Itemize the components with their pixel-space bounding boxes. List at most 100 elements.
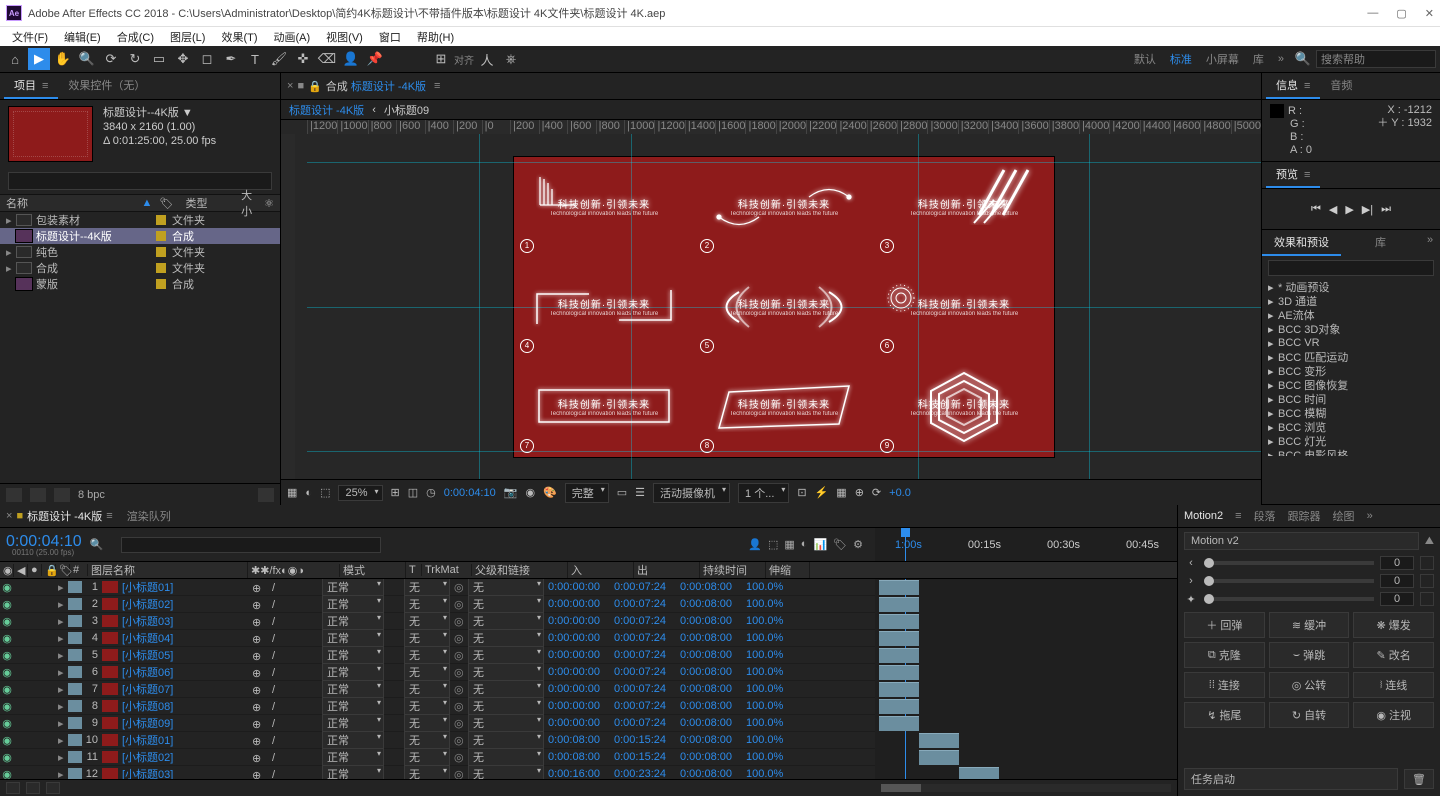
orbit-tool-icon[interactable]: ⟳ (100, 48, 122, 70)
col-mode[interactable]: 模式 (340, 562, 406, 578)
interpret-footage-icon[interactable] (6, 488, 22, 502)
viewer-timecode[interactable]: 0:00:04:10 (444, 487, 496, 499)
motion-btn-注视[interactable]: ◉注视 (1353, 702, 1434, 728)
comp-thumbnail[interactable] (8, 106, 93, 162)
eye-icon[interactable]: ◉ (0, 581, 14, 594)
pick-whip-icon[interactable]: ◎ (452, 768, 466, 780)
eye-icon[interactable]: ◉ (0, 666, 14, 679)
trkmat-dropdown[interactable]: 无 (404, 612, 450, 630)
viewer-tab[interactable]: 合成 标题设计 -4K版 (326, 78, 426, 94)
motion-slider-extra-icon[interactable] (1420, 574, 1434, 588)
eye-icon[interactable]: ◉ (0, 734, 14, 747)
mode-dropdown[interactable]: 正常 (322, 714, 384, 732)
layer-bar[interactable] (879, 580, 919, 595)
trkmat-dropdown[interactable]: 无 (404, 748, 450, 766)
camera-dropdown[interactable]: 活动摄像机 (653, 483, 730, 503)
mode-dropdown[interactable]: 正常 (322, 595, 384, 613)
mode-dropdown[interactable]: 正常 (322, 579, 384, 596)
menu-效果(T)[interactable]: 效果(T) (215, 27, 263, 47)
window-close-icon[interactable]: ✕ (1425, 7, 1434, 20)
pick-whip-icon[interactable]: ◎ (452, 700, 466, 713)
effects-category[interactable]: ▸BCC 浏览 (1262, 420, 1440, 434)
parent-dropdown[interactable]: 无 (468, 714, 544, 732)
motion-slider-1[interactable]: ›0 (1178, 572, 1440, 590)
timeline-icon[interactable]: ☰ (635, 486, 645, 499)
motion-blur-icon[interactable]: ◐ (801, 538, 808, 551)
toggle-in-out-icon[interactable] (46, 782, 60, 794)
effects-search-input[interactable] (1268, 260, 1434, 276)
motion-btn-回弹[interactable]: ＋回弹 (1184, 612, 1265, 638)
tab-motion2[interactable]: Motion2 (1184, 510, 1223, 522)
window-minimize-icon[interactable]: — (1367, 7, 1378, 20)
tab-draw[interactable]: 绘图 (1333, 508, 1355, 524)
effects-category[interactable]: ▸BCC 3D对象 (1262, 322, 1440, 336)
preview-play-icon[interactable]: ▶ (1345, 203, 1353, 216)
panel-menu-icon[interactable]: ≡ (42, 80, 48, 92)
col-parent[interactable]: 父级和链接 (472, 562, 568, 578)
effects-category[interactable]: ▸BCC 图像恢复 (1262, 378, 1440, 392)
motion-btn-改名[interactable]: ✎改名 (1353, 642, 1434, 668)
viewer-close-icon[interactable]: × (287, 80, 293, 92)
project-trash-icon[interactable] (258, 488, 274, 502)
timeline-layer[interactable]: ◉▸12[小标题03]⊕/正常无◎无0:00:16:000:00:23:240:… (0, 766, 875, 779)
project-item[interactable]: 蒙版合成 (0, 276, 280, 292)
parent-dropdown[interactable]: 无 (468, 748, 544, 766)
parent-dropdown[interactable]: 无 (468, 595, 544, 613)
workspace-standard[interactable]: 标准 (1164, 51, 1198, 67)
tab-effects-presets[interactable]: 效果和预设 (1262, 230, 1341, 256)
parent-dropdown[interactable]: 无 (468, 629, 544, 647)
timeline-bars[interactable] (875, 579, 1177, 779)
project-search-input[interactable] (8, 172, 272, 190)
mask-icon[interactable]: ◐ (305, 487, 312, 499)
frame-blend-icon[interactable]: ▦ (784, 538, 794, 551)
workspace-small[interactable]: 小屏幕 (1200, 51, 1245, 67)
col-sort-icon[interactable]: ▲ (136, 197, 154, 209)
mode-dropdown[interactable]: 正常 (322, 697, 384, 715)
comp-shy-icon[interactable]: ⬚ (768, 538, 778, 551)
motion-slider-extra-icon[interactable] (1420, 592, 1434, 606)
pick-whip-icon[interactable]: ◎ (452, 632, 466, 645)
timeline-tab-comp[interactable]: × ■ 标题设计 -4K版 ≡ (6, 508, 113, 524)
tab-audio[interactable]: 音频 (1320, 73, 1362, 99)
effects-category[interactable]: ▸BCC 匹配运动 (1262, 350, 1440, 364)
layer-bar[interactable] (919, 733, 959, 748)
preview-next-icon[interactable]: ▶| (1362, 203, 1373, 216)
eye-icon[interactable]: ◉ (0, 683, 14, 696)
breadcrumb-sub[interactable]: 小标题09 (384, 102, 429, 118)
comp-name[interactable]: 标题设计--4K版 ▼ (103, 106, 193, 120)
fast-draft-icon[interactable]: ⚡ (815, 486, 829, 499)
mode-dropdown[interactable]: 正常 (322, 731, 384, 749)
puppet-tool-icon[interactable]: 📌 (364, 48, 386, 70)
trkmat-dropdown[interactable]: 无 (404, 629, 450, 647)
help-search[interactable]: 搜索帮助 (1316, 50, 1436, 68)
home-icon[interactable]: ⌂ (4, 48, 26, 70)
motion-trash-icon[interactable]: 🗑 (1404, 769, 1434, 789)
pick-whip-icon[interactable]: ◎ (452, 598, 466, 611)
mode-dropdown[interactable]: 正常 (322, 663, 384, 681)
eye-icon[interactable]: ◉ (0, 717, 14, 730)
col-lock-icon[interactable]: 🔒 (42, 564, 56, 577)
viewer-panel-menu-icon[interactable]: ≡ (434, 80, 440, 92)
snap-option2-icon[interactable]: ⎈ (500, 48, 522, 70)
menu-合成(C)[interactable]: 合成(C) (111, 27, 160, 47)
pen-tool-icon[interactable]: ✒ (220, 48, 242, 70)
menu-视图(V)[interactable]: 视图(V) (320, 27, 369, 47)
graph-icon[interactable]: 📊 (813, 538, 827, 551)
rotate-tool-icon[interactable]: ↻ (124, 48, 146, 70)
snapshot-icon[interactable]: 📷 (504, 486, 518, 499)
project-item[interactable]: ▸合成文件夹 (0, 260, 280, 276)
motion-curve-icon[interactable]: ⛰ (1425, 535, 1434, 548)
parent-dropdown[interactable]: 无 (468, 697, 544, 715)
col-switches[interactable]: ✱✱/fx◐◉◑ (248, 564, 340, 577)
timeline-search-icon[interactable]: 🔍 (90, 538, 104, 551)
eraser-tool-icon[interactable]: ⌫ (316, 48, 338, 70)
menu-编辑(E)[interactable]: 编辑(E) (58, 27, 107, 47)
alpha-icon[interactable]: ▦ (287, 486, 297, 499)
motion-btn-拖尾[interactable]: ↯拖尾 (1184, 702, 1265, 728)
eye-icon[interactable]: ◉ (0, 632, 14, 645)
pick-whip-icon[interactable]: ◎ (452, 751, 466, 764)
trkmat-dropdown[interactable]: 无 (404, 663, 450, 681)
timeline-close-icon[interactable]: × (6, 510, 12, 522)
zoom-tool-icon[interactable]: 🔍 (76, 48, 98, 70)
col-t[interactable]: T (406, 564, 422, 576)
